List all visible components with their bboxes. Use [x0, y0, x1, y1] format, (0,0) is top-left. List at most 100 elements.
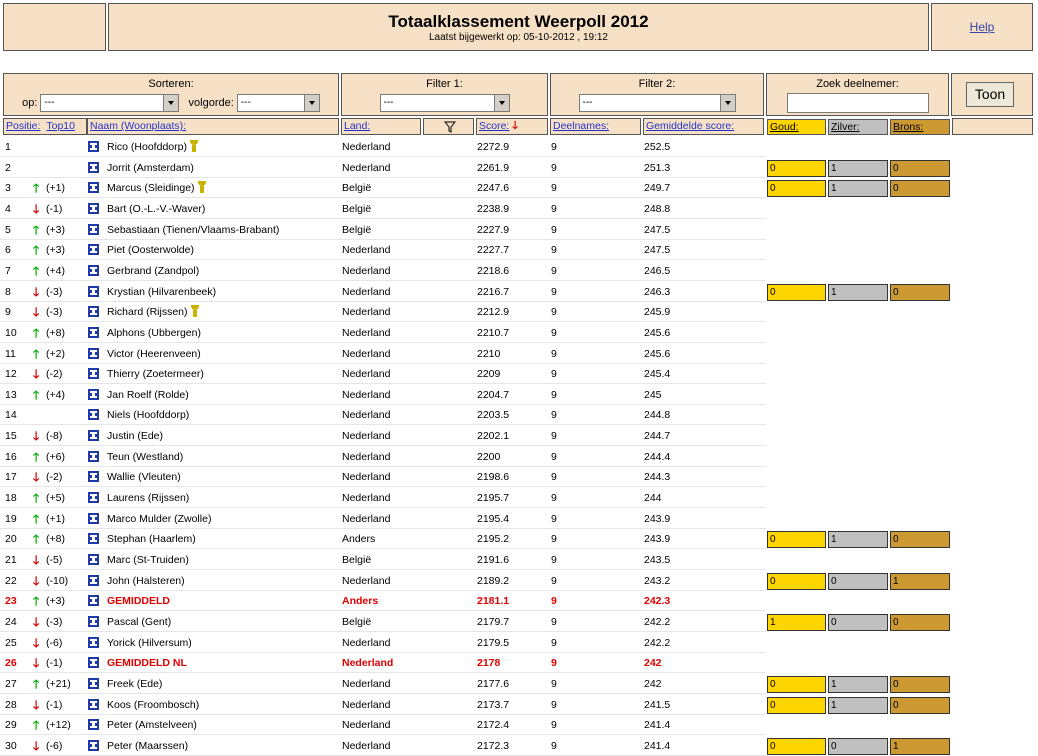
sort-score-link[interactable]: Score:	[479, 120, 509, 132]
score: 2203.5	[477, 409, 510, 422]
profile-icon[interactable]	[88, 450, 99, 462]
profile-icon[interactable]	[88, 595, 99, 607]
participant-name[interactable]: Jan Roelf (Rolde)	[107, 385, 189, 405]
search-input[interactable]	[786, 93, 929, 113]
participant-name[interactable]: Koos (Froombosch)	[107, 695, 199, 715]
profile-icon[interactable]	[88, 657, 99, 669]
bronze-count: 0	[890, 696, 950, 714]
participant-name[interactable]: Gerbrand (Zandpol)	[107, 261, 199, 281]
participations: 9	[551, 182, 557, 195]
sort-gemiddelde-link[interactable]: Gemiddelde score:	[646, 120, 734, 132]
profile-icon[interactable]	[88, 368, 99, 380]
participant-name[interactable]: Peter (Maarssen)	[107, 736, 188, 756]
profile-icon[interactable]	[88, 430, 99, 442]
filter2-panel: Filter 2: ---	[550, 73, 764, 116]
participant-name[interactable]: Pascal (Gent)	[107, 612, 171, 632]
gold-count: 0	[767, 531, 826, 549]
participant-name[interactable]: Peter (Amstelveen)	[107, 715, 197, 735]
gold-count: 0	[767, 572, 826, 590]
participant-name[interactable]: Stephan (Haarlem)	[107, 529, 196, 549]
participant-name[interactable]: John (Halsteren)	[107, 571, 185, 591]
table-row: 17 🡓 (-2) Wallie (Vleuten) Nederland 2198.6 9 2…	[0, 467, 1038, 488]
profile-icon[interactable]	[88, 739, 99, 751]
col-header-zilver[interactable]: Zilver:	[828, 119, 888, 135]
profile-icon[interactable]	[88, 306, 99, 318]
profile-icon[interactable]	[88, 512, 99, 524]
participant-name[interactable]: Marco Mulder (Zwolle)	[107, 509, 211, 529]
participant-name[interactable]: GEMIDDELD NL	[107, 653, 187, 673]
participant-name[interactable]: Krystian (Hilvarenbeek)	[107, 282, 216, 302]
rank-position: 16	[5, 450, 17, 463]
profile-icon[interactable]	[88, 636, 99, 648]
profile-icon[interactable]	[88, 202, 99, 214]
participant-name[interactable]: Laurens (Rijssen)	[107, 488, 189, 508]
participant-name[interactable]: Rico (Hoofddorp)	[107, 137, 199, 157]
help-link[interactable]: Help	[970, 20, 995, 34]
participant-name[interactable]: Victor (Heerenveen)	[107, 344, 201, 364]
profile-icon[interactable]	[88, 492, 99, 504]
profile-icon[interactable]	[88, 326, 99, 338]
filter-icon[interactable]	[444, 121, 456, 133]
participant-name[interactable]: Sebastiaan (Tienen/Vlaams-Brabant)	[107, 220, 279, 240]
profile-icon[interactable]	[88, 471, 99, 483]
profile-icon[interactable]	[88, 141, 99, 152]
profile-icon[interactable]	[88, 244, 99, 256]
toon-button[interactable]: Toon	[966, 82, 1014, 107]
average-score: 244.4	[644, 450, 671, 463]
table-row: 9 🡓 (-3) Richard (Rijssen) Nederland 2212.9 9 2…	[0, 302, 1038, 323]
participant-name[interactable]: Wallie (Vleuten)	[107, 467, 181, 487]
participant-name[interactable]: Yorick (Hilversum)	[107, 633, 192, 653]
participant-name[interactable]: Bart (O.-L.-V.-Waver)	[107, 199, 205, 219]
profile-icon[interactable]	[88, 182, 99, 194]
table-row: 16 🡑 (+6) Teun (Westland) Nederland 2200 9 244.…	[0, 447, 1038, 467]
filter2-select[interactable]: ---	[578, 94, 736, 112]
profile-icon[interactable]	[88, 533, 99, 545]
participant-name[interactable]: Justin (Ede)	[107, 426, 163, 446]
participant-name[interactable]: Alphons (Ubbergen)	[107, 323, 201, 343]
participant-name[interactable]: Niels (Hoofddorp)	[107, 405, 189, 425]
profile-icon[interactable]	[88, 264, 99, 276]
participant-name[interactable]: Thierry (Zoetermeer)	[107, 364, 204, 384]
profile-icon[interactable]	[88, 615, 99, 627]
profile-icon[interactable]	[88, 554, 99, 565]
sort-order-select[interactable]: ---	[236, 94, 320, 112]
profile-icon[interactable]	[88, 698, 99, 710]
participant-name[interactable]: Marcus (Sleidinge)	[107, 178, 207, 198]
arrow-up-icon: 🡑	[33, 511, 40, 526]
col-header-goud[interactable]: Goud:	[767, 119, 826, 135]
rank-change: (+5)	[46, 492, 65, 505]
profile-icon[interactable]	[88, 677, 99, 689]
profile-icon[interactable]	[88, 719, 99, 731]
participant-name[interactable]: GEMIDDELD	[107, 591, 170, 611]
sort-op-select[interactable]: ---	[40, 94, 180, 112]
profile-icon[interactable]	[88, 347, 99, 359]
profile-icon[interactable]	[88, 409, 99, 421]
sort-land-link[interactable]: Land:	[344, 120, 370, 132]
profile-icon[interactable]	[88, 574, 99, 586]
participations: 9	[551, 492, 557, 505]
col-header-brons[interactable]: Brons:	[890, 119, 950, 135]
sort-naam-link[interactable]: Naam (Woonplaats):	[90, 120, 186, 132]
participant-name-text: Pascal (Gent)	[107, 615, 172, 628]
score: 2247.6	[477, 182, 510, 195]
average-score: 244.3	[644, 471, 671, 484]
participations: 9	[551, 409, 557, 422]
participant-name[interactable]: Piet (Oosterwolde)	[107, 240, 194, 260]
participant-name[interactable]: Marc (St-Truiden)	[107, 550, 189, 570]
participant-name[interactable]: Freek (Ede)	[107, 674, 162, 694]
profile-icon[interactable]	[88, 388, 99, 400]
participant-name[interactable]: Jorrit (Amsterdam)	[107, 158, 194, 178]
profile-icon[interactable]	[88, 285, 99, 297]
sort-deelnames-link[interactable]: Deelnames:	[553, 120, 609, 132]
bronze-count: 0	[890, 531, 950, 549]
filter1-label: Filter 1:	[426, 78, 463, 90]
sort-positie-link[interactable]: Positie:	[6, 120, 40, 132]
participant-name[interactable]: Teun (Westland)	[107, 447, 183, 467]
profile-icon[interactable]	[88, 223, 99, 235]
participant-name[interactable]: Richard (Rijssen)	[107, 302, 200, 322]
filter1-select[interactable]: ---	[379, 94, 510, 112]
average-score: 242	[644, 677, 662, 690]
profile-icon[interactable]	[88, 161, 99, 173]
average-score: 249.7	[644, 182, 671, 195]
sort-top10-link[interactable]: Top10	[46, 120, 75, 132]
